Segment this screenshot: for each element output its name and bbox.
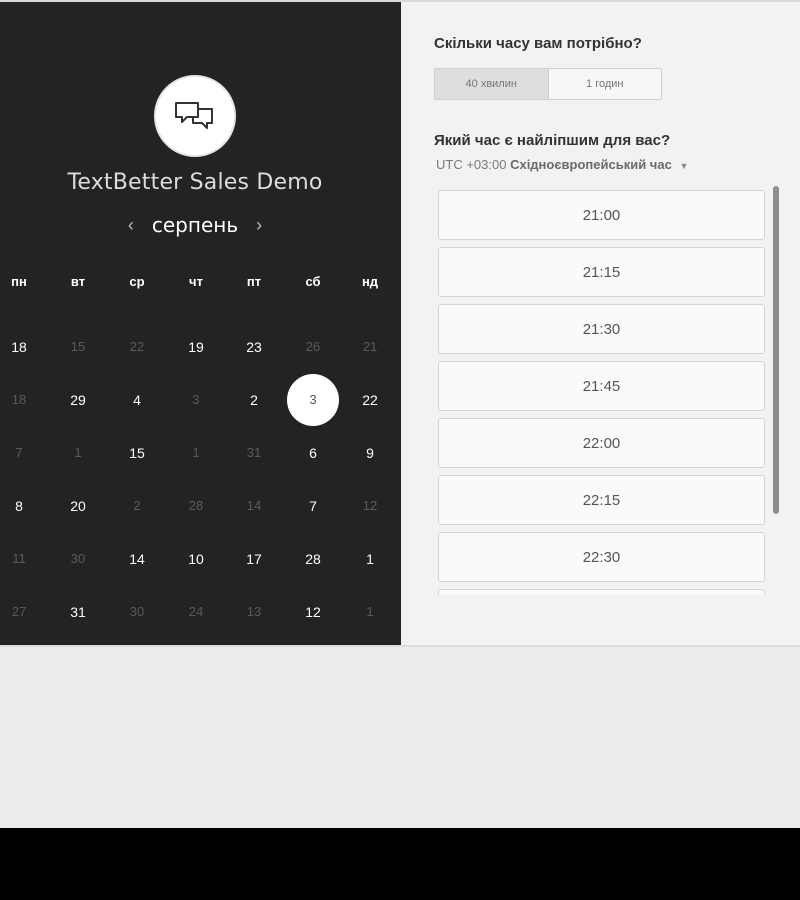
timezone-offset: UTC +03:00 — [436, 157, 507, 172]
calendar-day[interactable]: 20 — [58, 494, 98, 518]
calendar-day: 12 — [362, 498, 378, 513]
timeslot-button[interactable]: 21:45 — [438, 361, 765, 411]
calendar-day: 11 — [12, 551, 26, 566]
calendar-day[interactable]: 8 — [0, 494, 39, 518]
weekday-label: сб — [305, 274, 321, 289]
duration-selector: 40 хвилин 1 годин — [434, 68, 662, 100]
duration-heading: Скільки часу вам потрібно? — [434, 35, 642, 52]
calendar-panel: TextBetter Sales Demo ‹ серпень › пн вт ср… — [0, 2, 401, 645]
calendar-day: 30 — [70, 551, 86, 566]
calendar-day[interactable]: 22 — [350, 388, 390, 412]
chat-bubbles-icon — [175, 102, 213, 129]
calendar-day: 2 — [133, 498, 141, 513]
timeslot-heading: Який час є найліпшим для вас? — [434, 132, 671, 149]
calendar-day[interactable]: 4 — [117, 388, 157, 412]
calendar-day: 14 — [246, 498, 262, 513]
calendar-day: 26 — [305, 339, 321, 354]
caret-down-icon: ▼ — [679, 161, 689, 171]
calendar-day: 31 — [246, 445, 262, 460]
bottom-bar — [0, 828, 800, 900]
weekday-label: ср — [129, 274, 145, 289]
calendar-day: 15 — [70, 339, 86, 354]
weekday-label: вт — [70, 274, 86, 289]
calendar-day[interactable]: 6 — [293, 441, 333, 465]
calendar-day: 24 — [188, 604, 204, 619]
calendar-day: 3 — [192, 392, 200, 407]
calendar-day: 1 — [74, 445, 82, 460]
calendar-day[interactable]: 2 — [234, 388, 274, 412]
panel-bottom-border — [0, 645, 800, 647]
calendar-day[interactable]: 1 — [350, 547, 390, 571]
timeslot-list: 21:00 21:15 21:30 21:45 22:00 22:15 22:30 — [438, 190, 766, 595]
timeslot-button[interactable]: 21:30 — [438, 304, 765, 354]
calendar-day-selected[interactable]: 3 — [287, 374, 339, 426]
calendar-day: 1 — [192, 445, 200, 460]
calendar-day: 30 — [129, 604, 145, 619]
duration-option-40min[interactable]: 40 хвилин — [435, 69, 549, 99]
weekday-label: пт — [246, 274, 262, 289]
calendar-day[interactable]: 18 — [0, 335, 39, 359]
duration-option-1hour[interactable]: 1 годин — [548, 69, 661, 99]
timeslot-button[interactable]: 21:00 — [438, 190, 765, 240]
product-title: TextBetter Sales Demo — [67, 170, 323, 195]
timeslot-scrollbar[interactable] — [773, 186, 779, 514]
month-label: серпень — [151, 213, 239, 237]
timeslot-button[interactable]: 22:00 — [438, 418, 765, 468]
product-logo — [154, 75, 236, 157]
calendar-day[interactable]: 9 — [350, 441, 390, 465]
calendar-day: 21 — [362, 339, 378, 354]
month-navigation: ‹ серпень › — [0, 213, 390, 237]
calendar-day: 18 — [11, 392, 27, 407]
calendar-day[interactable]: 19 — [176, 335, 216, 359]
calendar-day[interactable]: 28 — [293, 547, 333, 571]
timeslot-button[interactable]: 21:15 — [438, 247, 765, 297]
calendar-day: 1 — [366, 604, 374, 619]
timeslot-button[interactable] — [438, 589, 765, 595]
calendar-day[interactable]: 7 — [293, 494, 333, 518]
weekday-label: пн — [11, 274, 27, 289]
weekday-label: нд — [361, 274, 379, 289]
calendar-day: 13 — [246, 604, 262, 619]
calendar-day[interactable]: 10 — [176, 547, 216, 571]
calendar-day: 7 — [15, 445, 23, 460]
calendar-day[interactable]: 15 — [117, 441, 157, 465]
calendar-day: 28 — [188, 498, 204, 513]
calendar-day: 22 — [129, 339, 145, 354]
calendar-day: 27 — [11, 604, 27, 619]
calendar-day[interactable]: 31 — [58, 600, 98, 624]
timezone-selector[interactable]: UTC +03:00 Східноєвропейський час ▼ — [436, 157, 688, 172]
timeslot-button[interactable]: 22:30 — [438, 532, 765, 582]
calendar-day[interactable]: 23 — [234, 335, 274, 359]
timeslot-button[interactable]: 22:15 — [438, 475, 765, 525]
chevron-right-icon[interactable]: › — [252, 215, 266, 236]
timezone-name: Східноєвропейський час — [510, 157, 672, 172]
weekday-label: чт — [189, 274, 203, 289]
calendar-day[interactable]: 14 — [117, 547, 157, 571]
calendar-day[interactable]: 29 — [58, 388, 98, 412]
chevron-left-icon[interactable]: ‹ — [124, 215, 138, 236]
calendar-day[interactable]: 12 — [293, 600, 333, 624]
calendar-day[interactable]: 17 — [234, 547, 274, 571]
